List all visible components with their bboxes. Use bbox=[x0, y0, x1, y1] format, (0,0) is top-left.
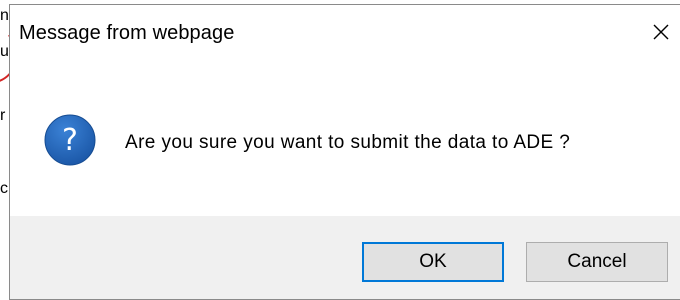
dialog-footer: OK Cancel bbox=[10, 216, 680, 299]
message-dialog: Message from webpage ? Are you sure you … bbox=[9, 4, 680, 300]
dialog-message: Are you sure you want to submit the data… bbox=[125, 132, 571, 153]
dialog-title: Message from webpage bbox=[19, 22, 235, 44]
background-text-fragment: r bbox=[0, 107, 6, 124]
dialog-title-bar[interactable]: Message from webpage bbox=[10, 5, 680, 59]
dialog-content: ? Are you sure you want to submit the da… bbox=[10, 59, 680, 216]
close-icon bbox=[653, 24, 669, 40]
svg-text:?: ? bbox=[62, 123, 78, 158]
question-icon: ? bbox=[44, 114, 96, 166]
ok-button[interactable]: OK bbox=[362, 242, 504, 282]
background-text-fragment: c bbox=[0, 180, 8, 197]
cancel-button[interactable]: Cancel bbox=[526, 242, 668, 282]
background-text-fragment: n bbox=[0, 7, 9, 24]
screen: n us r c Message from webpage bbox=[0, 0, 680, 300]
close-button[interactable] bbox=[644, 15, 678, 49]
